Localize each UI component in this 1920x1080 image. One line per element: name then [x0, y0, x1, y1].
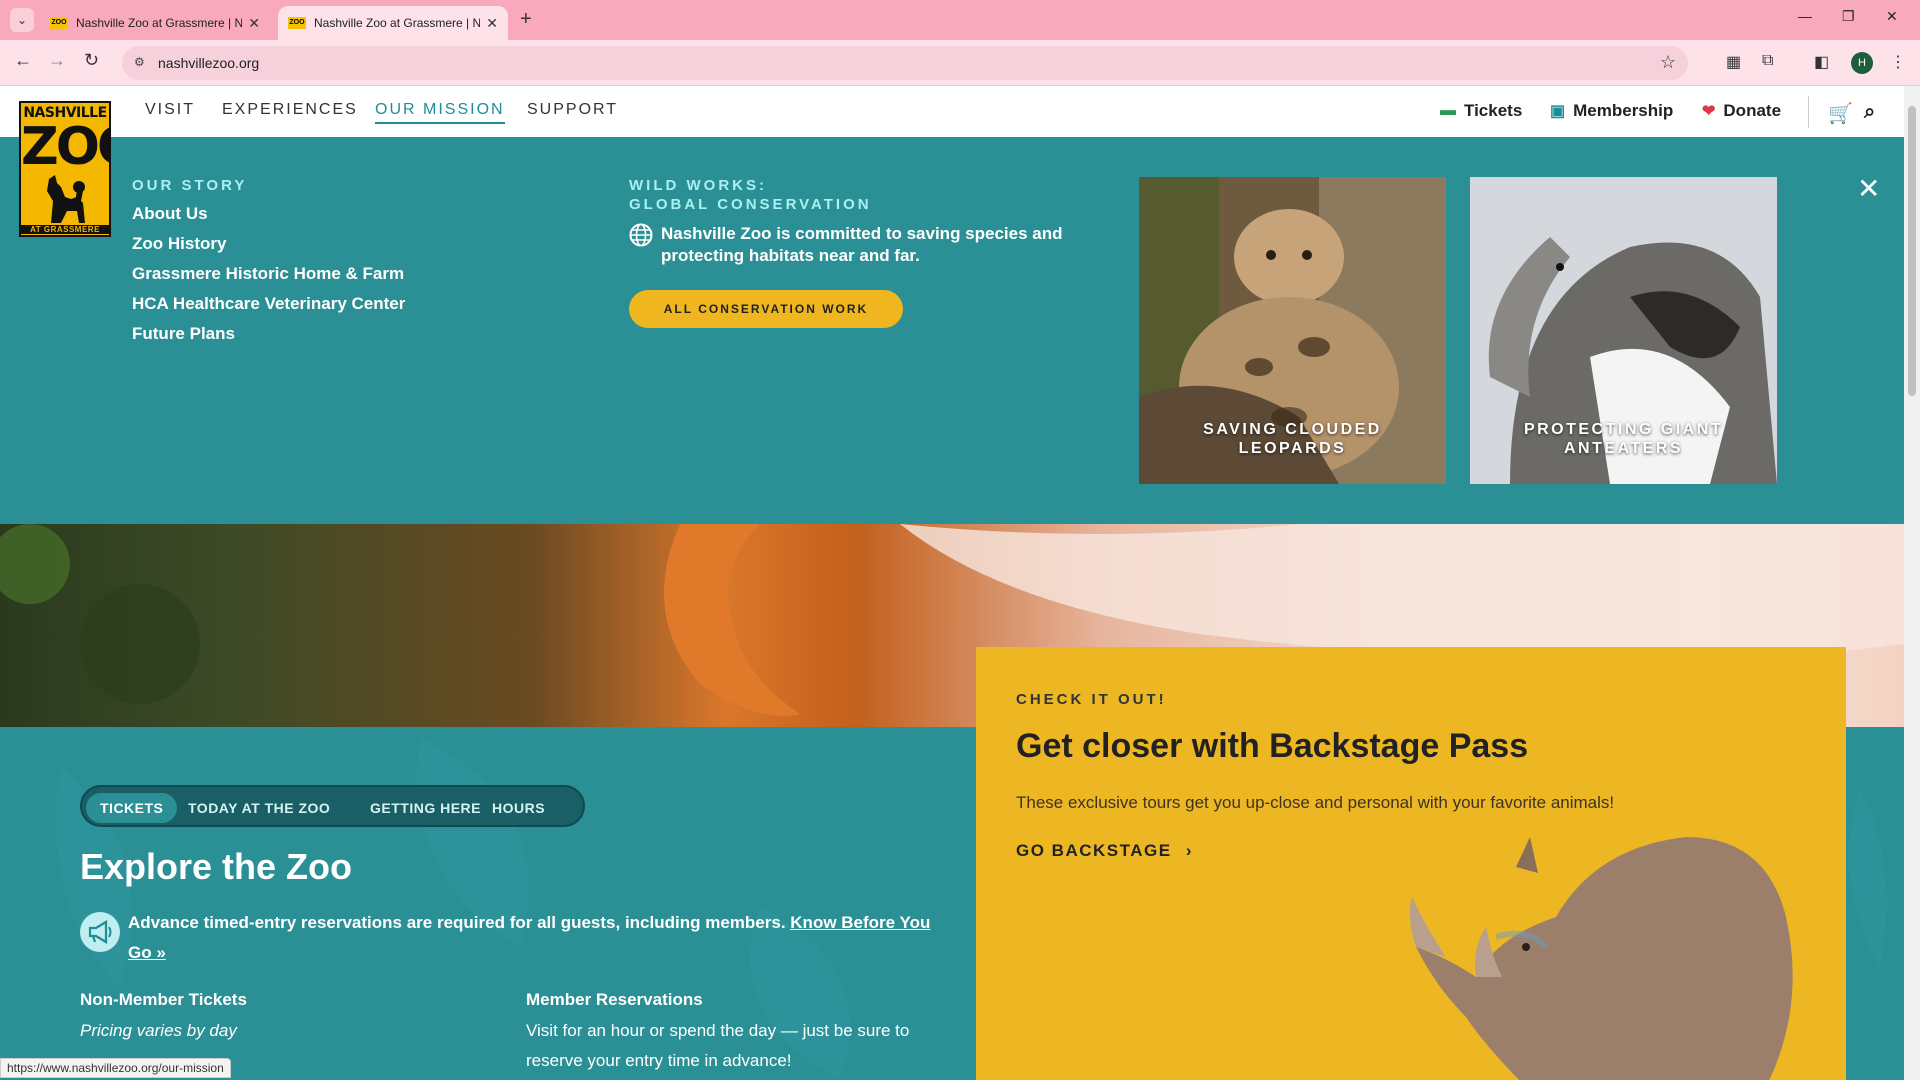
bookmark-star-icon[interactable]: ☆ [1660, 52, 1676, 73]
backstage-pass-promo: CHECK IT OUT! Get closer with Backstage … [976, 647, 1846, 1080]
donate-label: Donate [1723, 101, 1782, 120]
status-bar-url: https://www.nashvillezoo.org/our-mission [0, 1058, 231, 1078]
close-tab-icon[interactable]: ✕ [486, 15, 498, 32]
wild-works-heading-line2: GLOBAL CONSERVATION [629, 196, 872, 213]
heart-icon: ❤ [1702, 103, 1716, 120]
caption-line: ANTEATERS [1563, 440, 1684, 457]
browser-tab-strip: ⌄ ZOO Nashville Zoo at Grassmere | Na ✕ … [0, 0, 1920, 40]
tickets-link[interactable]: ▬ Tickets [1440, 101, 1522, 121]
logo-line-2: ZOO [21, 117, 109, 177]
clouded-leopard-card[interactable]: SAVING CLOUDED LEOPARDS [1139, 177, 1446, 484]
chevron-right-icon: › [1185, 841, 1193, 860]
link-grassmere-home-farm[interactable]: Grassmere Historic Home & Farm [132, 264, 404, 284]
our-story-heading: OUR STORY [132, 177, 248, 194]
go-backstage-label: GO BACKSTAGE [1016, 841, 1172, 860]
wild-works-heading-line1: WILD WORKS: [629, 177, 767, 194]
reload-icon[interactable]: ↻ [84, 50, 99, 71]
link-about-us[interactable]: About Us [132, 204, 208, 224]
site-info-icon[interactable]: ⚙ [134, 55, 145, 69]
extensions-puzzle-icon[interactable]: ⧉ [1762, 52, 1773, 70]
all-conservation-work-button[interactable]: ALL CONSERVATION WORK [629, 290, 903, 328]
close-menu-icon[interactable]: ✕ [1857, 172, 1880, 205]
search-icon[interactable]: ⌕ [1864, 101, 1875, 124]
side-panel-icon[interactable]: ◧ [1814, 52, 1829, 72]
close-tab-icon[interactable]: ✕ [248, 15, 260, 32]
link-future-plans[interactable]: Future Plans [132, 324, 235, 344]
tab-search-chevron-icon[interactable]: ⌄ [10, 8, 34, 32]
tab-tickets[interactable]: TICKETS [86, 793, 178, 823]
window-close-icon[interactable]: ✕ [1886, 8, 1898, 25]
browser-toolbar: ← → ↻ ⚙ nashvillezoo.org ☆ ▦ ⧉ ◧ H ⋮ [0, 40, 1920, 86]
go-backstage-link[interactable]: GO BACKSTAGE › [1016, 841, 1193, 861]
globe-icon [629, 223, 653, 247]
nav-support[interactable]: SUPPORT [527, 101, 618, 119]
caption-line: PROTECTING GIANT [1523, 421, 1724, 438]
caption-line: SAVING CLOUDED [1203, 421, 1382, 438]
pricing-note: Pricing varies by day [80, 1021, 237, 1040]
megaphone-icon [80, 912, 120, 952]
non-member-tickets-heading: Non-Member Tickets [80, 990, 247, 1009]
membership-link[interactable]: ▣ Membership [1550, 101, 1673, 121]
visit-info-tabs: TICKETS TODAY AT THE ZOO GETTING HERE HO… [80, 785, 585, 827]
address-bar[interactable]: ⚙ nashvillezoo.org ☆ [122, 46, 1688, 80]
nav-visit[interactable]: VISIT [145, 101, 195, 119]
minimize-icon[interactable]: — [1798, 8, 1812, 24]
giraffe-silhouette-icon [47, 175, 85, 223]
link-zoo-history[interactable]: Zoo History [132, 234, 226, 254]
member-reservations-heading: Member Reservations [526, 990, 703, 1009]
back-arrow-icon[interactable]: ← [14, 50, 32, 71]
giant-anteater-card[interactable]: PROTECTING GIANT ANTEATERS [1470, 177, 1777, 484]
tab-title: Nashville Zoo at Grassmere | Na [76, 16, 243, 30]
donate-link[interactable]: ❤ Donate [1702, 101, 1781, 121]
notice-text: Advance timed-entry reservations are req… [128, 913, 786, 932]
browser-tab-active[interactable]: ZOO Nashville Zoo at Grassmere | Na ✕ [278, 6, 508, 40]
cart-icon[interactable]: 🛒 [1828, 101, 1853, 126]
ticket-icon: ▬ [1440, 102, 1456, 119]
restore-icon[interactable]: ❐ [1842, 8, 1855, 25]
nav-our-mission[interactable]: OUR MISSION [375, 101, 505, 124]
membership-label: Membership [1573, 101, 1674, 120]
address-url[interactable]: nashvillezoo.org [158, 55, 259, 71]
caption-line: LEOPARDS [1238, 440, 1347, 457]
browser-tab[interactable]: ZOO Nashville Zoo at Grassmere | Na ✕ [40, 6, 270, 40]
zoo-favicon-icon: ZOO [50, 17, 68, 29]
zoo-favicon-icon: ZOO [288, 17, 306, 29]
tab-title: Nashville Zoo at Grassmere | Na [314, 16, 481, 30]
membership-card-icon: ▣ [1550, 103, 1566, 120]
forward-arrow-icon[interactable]: → [48, 50, 66, 71]
tab-getting-here[interactable]: GETTING HERE [356, 793, 495, 823]
header-divider [1808, 96, 1809, 128]
page-scrollbar[interactable] [1904, 86, 1920, 1080]
promo-title: Get closer with Backstage Pass [1016, 727, 1529, 765]
tab-hours[interactable]: HOURS [478, 793, 559, 823]
nashville-zoo-logo[interactable]: NASHVILLE ZOO AT GRASSMERE [19, 101, 111, 237]
extension-qr-icon[interactable]: ▦ [1726, 52, 1741, 72]
profile-avatar[interactable]: H [1851, 52, 1873, 74]
explore-heading: Explore the Zoo [80, 846, 353, 887]
scrollbar-thumb[interactable] [1908, 106, 1916, 396]
nav-experiences[interactable]: EXPERIENCES [222, 101, 358, 119]
browser-menu-icon[interactable]: ⋮ [1890, 52, 1906, 72]
conservation-description: Nashville Zoo is committed to saving spe… [661, 224, 1063, 265]
card-caption: SAVING CLOUDED LEOPARDS [1139, 420, 1446, 458]
member-reservations-text: Visit for an hour or spend the day — jus… [526, 1021, 910, 1070]
card-caption: PROTECTING GIANT ANTEATERS [1470, 420, 1777, 458]
promo-kicker: CHECK IT OUT! [1016, 691, 1167, 708]
tickets-label: Tickets [1464, 101, 1523, 120]
reservation-notice: Advance timed-entry reservations are req… [128, 908, 940, 968]
new-tab-plus-icon[interactable]: + [520, 8, 532, 31]
logo-line-3: AT GRASSMERE [21, 225, 109, 234]
rhino-photo [1409, 837, 1793, 1080]
link-hca-vet-center[interactable]: HCA Healthcare Veterinary Center [132, 294, 405, 314]
tab-today-at-the-zoo[interactable]: TODAY AT THE ZOO [174, 793, 344, 823]
promo-description: These exclusive tours get you up-close a… [1016, 793, 1615, 812]
